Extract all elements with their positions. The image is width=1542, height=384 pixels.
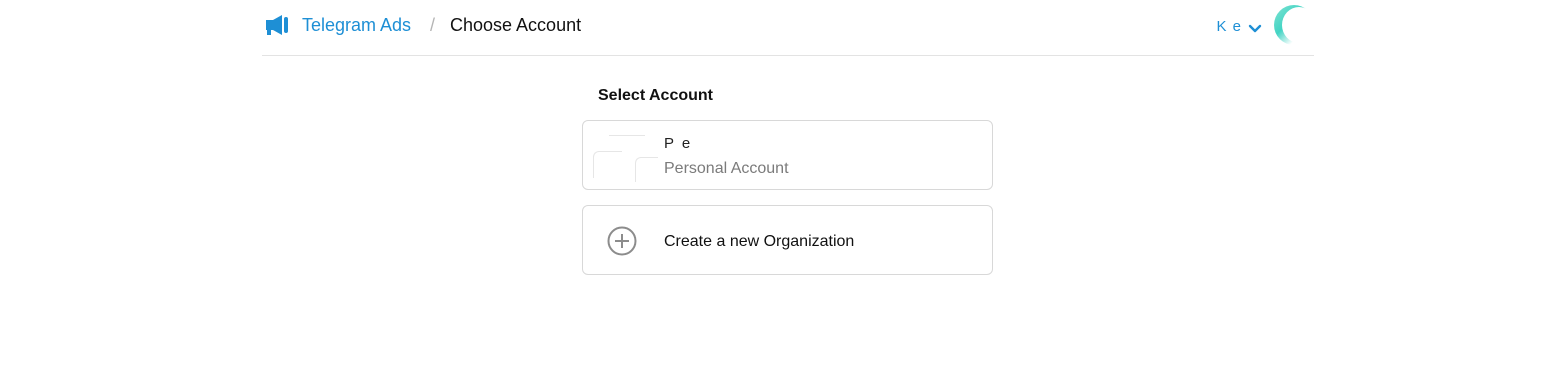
user-menu-dropdown[interactable]: K e bbox=[1216, 15, 1262, 37]
user-name: K e bbox=[1216, 17, 1242, 35]
chevron-down-icon bbox=[1248, 21, 1262, 33]
page-title: Choose Account bbox=[450, 15, 582, 35]
account-card-personal[interactable]: P e Personal Account bbox=[582, 120, 993, 190]
create-organization-label: Create a new Organization bbox=[664, 233, 855, 250]
account-avatar bbox=[593, 135, 658, 182]
breadcrumb-telegram-ads-link[interactable]: Telegram Ads bbox=[302, 14, 411, 36]
account-name: P e bbox=[664, 135, 693, 152]
top-header: Telegram Ads / Choose Account K e bbox=[262, 0, 1316, 56]
account-type: Personal Account bbox=[664, 160, 789, 177]
breadcrumb-separator: / bbox=[430, 15, 436, 35]
megaphone-icon[interactable] bbox=[265, 14, 289, 36]
select-account-heading: Select Account bbox=[598, 87, 713, 104]
avatar[interactable] bbox=[1274, 5, 1316, 45]
plus-circle-icon bbox=[607, 226, 637, 256]
create-organization-button[interactable]: Create a new Organization bbox=[582, 205, 993, 275]
